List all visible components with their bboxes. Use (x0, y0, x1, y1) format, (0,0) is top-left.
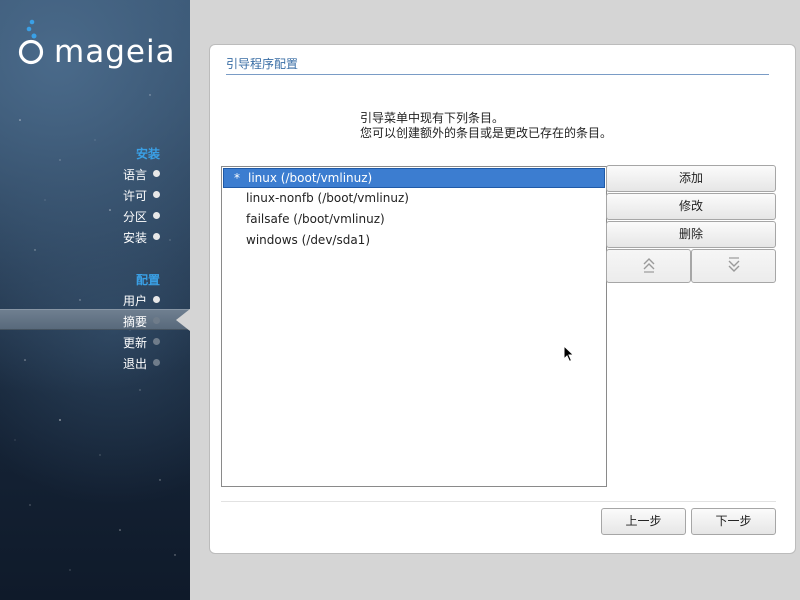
status-dot-icon (153, 317, 160, 324)
sidebar-item-language[interactable]: 语言 (0, 163, 190, 184)
status-dot-icon (153, 233, 160, 240)
default-entry-marker: * (234, 171, 240, 185)
page-title: 引导程序配置 (226, 57, 299, 71)
sidebar-item-label: 分区 (122, 210, 147, 224)
status-dot-icon (153, 338, 160, 345)
status-dot-icon (153, 191, 160, 198)
sidebar-item-label: 用户 (122, 294, 147, 308)
nav-section-install: 安装 (135, 147, 160, 161)
modify-button[interactable]: 修改 (606, 193, 776, 220)
boot-entries-list[interactable]: * linux (/boot/vmlinuz) linux-nonfb (/boo… (221, 166, 607, 487)
intro-text: 引导菜单中现有下列条目。 您可以创建额外的条目或是更改已存在的条目。 (360, 111, 612, 141)
nav-section-configuration: 配置 (135, 273, 160, 287)
move-down-button[interactable] (691, 249, 776, 283)
intro-line: 您可以创建额外的条目或是更改已存在的条目。 (360, 126, 613, 140)
previous-button[interactable]: 上一步 (601, 508, 686, 535)
status-dot-icon (153, 212, 160, 219)
boot-entry-row[interactable]: * linux (/boot/vmlinuz) (223, 168, 605, 188)
sidebar-item-exit[interactable]: 退出 (0, 352, 190, 373)
sidebar-item-summary[interactable]: 摘要 (0, 309, 190, 331)
boot-entry-label: failsafe (/boot/vmlinuz) (246, 212, 385, 226)
title-divider (226, 74, 769, 75)
double-chevron-down-icon (728, 257, 739, 272)
sidebar-item-label: 更新 (122, 336, 147, 350)
sidebar-item-partitioning[interactable]: 分区 (0, 205, 190, 226)
brand-wordmark: mageia (54, 34, 176, 70)
boot-entry-row[interactable]: failsafe (/boot/vmlinuz) (223, 210, 605, 230)
boot-entry-label: windows (/dev/sda1) (246, 233, 371, 247)
boot-entry-label: linux-nonfb (/boot/vmlinuz) (246, 191, 409, 205)
bootloader-config-panel: 引导程序配置 引导菜单中现有下列条目。 您可以创建额外的条目或是更改已存在的条目… (209, 44, 796, 554)
sidebar: mageia 安装 语言 许可 分区 安装 配置 用户 摘要 更新 退出 (0, 0, 190, 600)
sidebar-item-license[interactable]: 许可 (0, 184, 190, 205)
boot-entry-row[interactable]: linux-nonfb (/boot/vmlinuz) (223, 189, 605, 209)
status-dot-icon (153, 296, 160, 303)
boot-entry-label: linux (/boot/vmlinuz) (248, 171, 373, 185)
double-chevron-up-icon (643, 258, 654, 273)
sidebar-item-label: 语言 (122, 168, 147, 182)
current-step-pointer-icon (176, 309, 190, 331)
sidebar-item-label: 摘要 (122, 315, 147, 329)
mageia-logo: mageia (16, 18, 186, 72)
footer-divider (221, 501, 776, 502)
mouse-pointer-icon (563, 345, 575, 363)
sidebar-item-installation[interactable]: 安装 (0, 226, 190, 247)
status-dot-icon (153, 170, 160, 177)
sidebar-item-users[interactable]: 用户 (0, 289, 190, 310)
next-button[interactable]: 下一步 (691, 508, 776, 535)
move-up-button[interactable] (606, 249, 691, 283)
remove-button[interactable]: 删除 (606, 221, 776, 248)
intro-line: 引导菜单中现有下列条目。 (360, 111, 505, 125)
sidebar-item-label: 许可 (122, 189, 147, 203)
cauldron-icon (18, 19, 44, 65)
sidebar-item-label: 退出 (122, 357, 147, 371)
add-button[interactable]: 添加 (606, 165, 776, 192)
boot-entry-row[interactable]: windows (/dev/sda1) (223, 231, 605, 251)
status-dot-icon (153, 359, 160, 366)
sidebar-item-updates[interactable]: 更新 (0, 331, 190, 352)
sidebar-item-label: 安装 (122, 231, 147, 245)
